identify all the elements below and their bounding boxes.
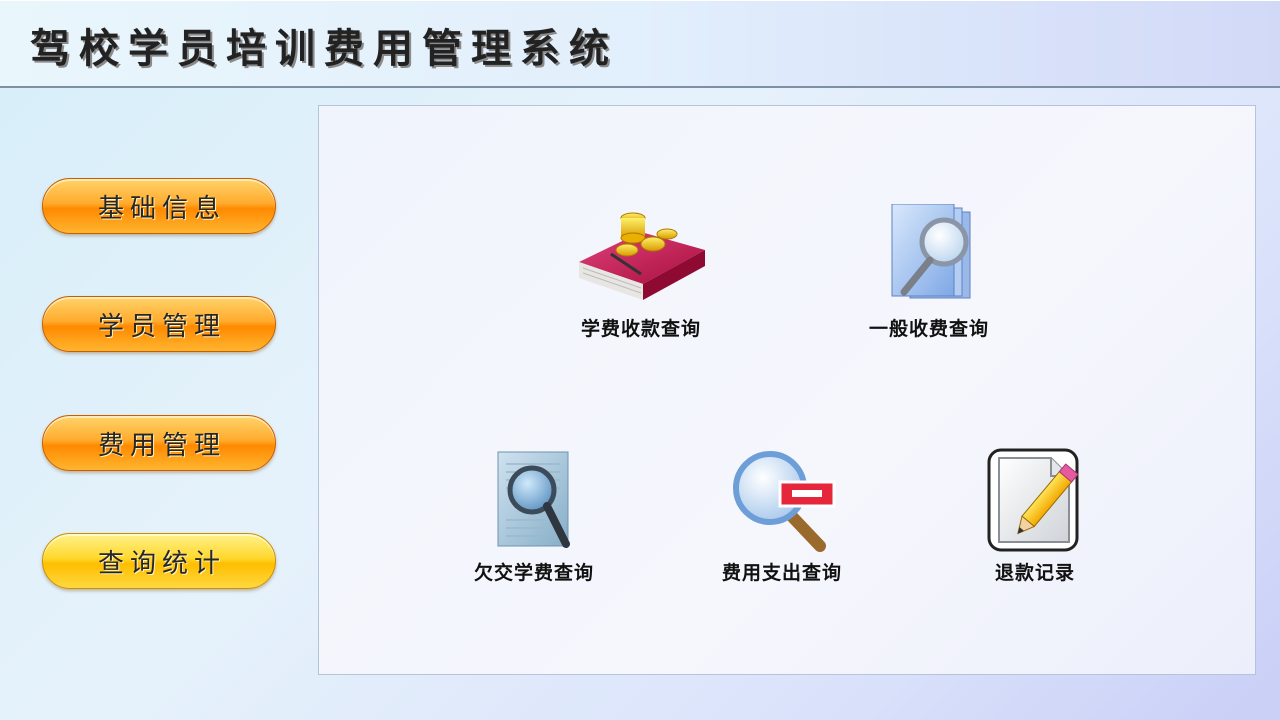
- sidebar-item-fee-management[interactable]: 费用管理: [42, 415, 276, 471]
- sidebar-item-label: 学员管理: [97, 311, 226, 342]
- money-book-icon: [579, 212, 705, 300]
- sidebar-item-student-management[interactable]: 学员管理: [42, 296, 276, 352]
- tile-label: 一般收费查询: [868, 318, 989, 340]
- sidebar-item-basic-info[interactable]: 基础信息: [42, 178, 276, 234]
- edit-document-icon: [987, 448, 1079, 552]
- sidebar-item-query-statistics[interactable]: 查询统计: [42, 533, 276, 589]
- sidebar-item-label: 费用管理: [97, 430, 226, 461]
- sidebar: 基础信息 学员管理 费用管理 查询统计: [0, 88, 318, 720]
- tile-arrears-tuition-query[interactable]: 欠交学费查询: [444, 448, 624, 585]
- document-search-icon: [891, 204, 971, 299]
- paper-magnifier-icon: [497, 451, 570, 548]
- tile-tuition-payment-query[interactable]: 学费收款查询: [551, 204, 731, 341]
- tile-general-fee-query[interactable]: 一般收费查询: [839, 204, 1019, 341]
- sidebar-item-label: 查询统计: [97, 548, 226, 579]
- main-panel: 学费收款查询 一般收费查询 欠交学费查询 费用支出查询 退款记录: [318, 105, 1256, 675]
- tile-refund-records[interactable]: 退款记录: [945, 448, 1125, 585]
- tile-label: 学费收款查询: [580, 318, 701, 340]
- sidebar-item-label: 基础信息: [97, 193, 226, 224]
- magnifier-minus-icon: [733, 451, 836, 552]
- tile-expense-query[interactable]: 费用支出查询: [692, 448, 872, 585]
- app-title: 驾校学员培训费用管理系统: [30, 26, 618, 72]
- tile-label: 费用支出查询: [721, 562, 842, 584]
- tile-label: 退款记录: [994, 562, 1075, 584]
- header-bar: 驾校学员培训费用管理系统: [0, 0, 1280, 88]
- tile-label: 欠交学费查询: [473, 562, 594, 584]
